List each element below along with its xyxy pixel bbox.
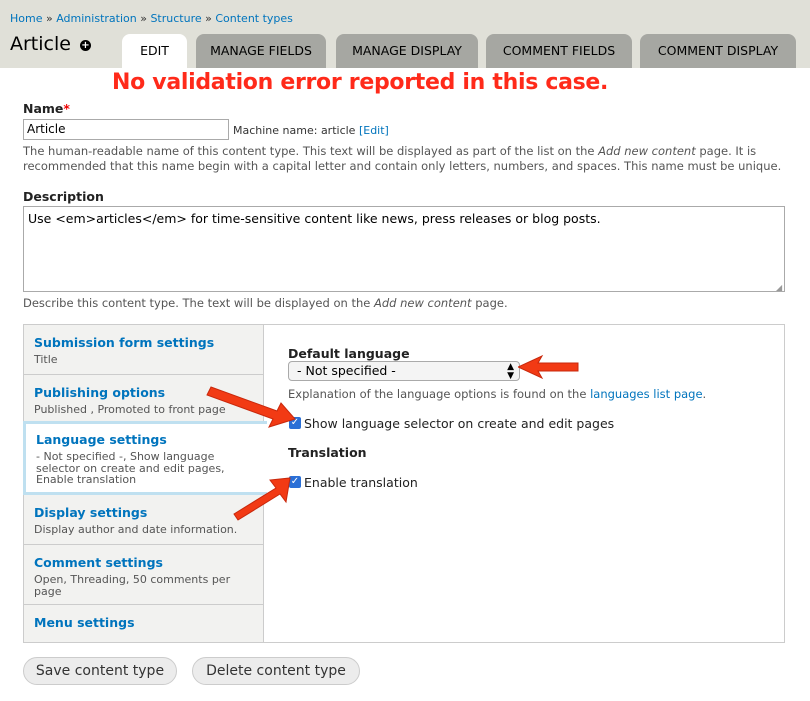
delete-content-type-button[interactable]: Delete content type	[192, 657, 360, 685]
description-textarea[interactable]: Use <em>articles</em> for time-sensitive…	[23, 206, 785, 292]
name-input[interactable]: Article	[23, 119, 229, 140]
tab-comment-fields[interactable]: COMMENT FIELDS	[486, 34, 632, 68]
vtab-title: Display settings	[34, 505, 148, 520]
show-language-selector-label: Show language selector on create and edi…	[304, 416, 615, 431]
tab-manage-display[interactable]: MANAGE DISPLAY	[336, 34, 478, 68]
breadcrumb-separator: »	[205, 12, 212, 25]
breadcrumb-content-types[interactable]: Content types	[215, 12, 293, 25]
vtab-display-settings[interactable]: Display settings Display author and date…	[24, 495, 264, 545]
annotation-arrow-icon	[233, 477, 291, 521]
breadcrumb-separator: »	[45, 12, 53, 25]
vtab-title: Language settings	[36, 432, 167, 447]
tab-manage-fields[interactable]: MANAGE FIELDS	[196, 34, 326, 68]
name-label: Name*	[23, 101, 70, 116]
save-content-type-button[interactable]: Save content type	[23, 657, 177, 685]
vtab-title: Comment settings	[34, 555, 163, 570]
annotation-arrow-icon	[518, 354, 579, 380]
default-language-label: Default language	[288, 346, 410, 361]
description-help: Describe this content type. The text wil…	[23, 296, 508, 310]
languages-list-link[interactable]: languages list page	[590, 387, 702, 401]
breadcrumb-administration[interactable]: Administration	[56, 12, 137, 25]
enable-translation-label: Enable translation	[304, 475, 418, 490]
breadcrumb-separator: »	[140, 12, 147, 25]
vtab-title: Submission form settings	[34, 335, 215, 350]
vtab-summary: - Not specified -, Show language selecto…	[36, 450, 225, 486]
default-language-select[interactable]: - Not specified - ▲ ▼	[288, 361, 520, 381]
vtab-language-settings[interactable]: Language settings - Not specified -, Sho…	[23, 421, 267, 495]
annotation-arrow-icon	[206, 386, 296, 428]
page-title: Article	[10, 33, 71, 55]
breadcrumb-structure[interactable]: Structure	[150, 12, 201, 25]
vtab-title: Menu settings	[34, 615, 135, 630]
machine-name-edit-link[interactable]: [Edit]	[359, 124, 389, 137]
translation-heading: Translation	[288, 445, 367, 460]
resize-handle-icon[interactable]: ◢	[776, 283, 782, 292]
add-shortcut-icon[interactable]: +	[80, 40, 91, 51]
breadcrumb-home[interactable]: Home	[10, 12, 42, 25]
vtab-submission-form-settings[interactable]: Submission form settings Title	[24, 325, 264, 375]
tab-edit[interactable]: EDIT	[122, 34, 187, 68]
breadcrumb: Home » Administration » Structure » Cont…	[10, 12, 293, 25]
vtab-summary: Display author and date information.	[34, 523, 238, 536]
name-description: The human-readable name of this content …	[23, 144, 782, 173]
vtab-summary: Title	[34, 353, 58, 366]
vtab-summary: Open, Threading, 50 comments per page	[34, 573, 231, 598]
annotation-text: No validation error reported in this cas…	[112, 70, 609, 95]
description-label: Description	[23, 189, 104, 204]
tab-comment-display[interactable]: COMMENT DISPLAY	[640, 34, 796, 68]
default-language-value: - Not specified -	[297, 363, 396, 378]
language-explanation: Explanation of the language options is f…	[288, 387, 707, 401]
machine-name: Machine name: article [Edit]	[233, 124, 389, 137]
vertical-tabs-list: Submission form settings Title Publishin…	[23, 325, 267, 642]
select-arrows-icon: ▲ ▼	[507, 362, 514, 381]
required-marker: *	[63, 101, 70, 116]
vtab-menu-settings[interactable]: Menu settings	[24, 605, 264, 642]
vtab-comment-settings[interactable]: Comment settings Open, Threading, 50 com…	[24, 545, 264, 605]
page-header: Home » Administration » Structure » Cont…	[0, 0, 810, 68]
